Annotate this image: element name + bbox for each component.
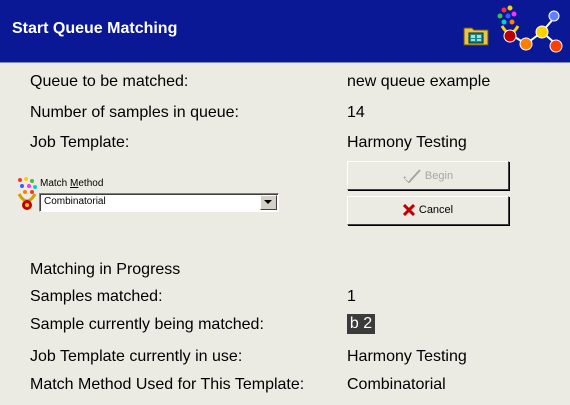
- template-in-use-label: Job Template currently in use:: [30, 348, 243, 365]
- queue-label: Queue to be matched:: [30, 73, 189, 90]
- samples-matched-label: Samples matched:: [30, 288, 163, 305]
- current-sample-label: Sample currently being matched:: [30, 316, 264, 333]
- samples-value: 14: [347, 104, 365, 121]
- current-sample-value: b 2: [347, 314, 375, 334]
- queue-value: new queue example: [347, 73, 491, 90]
- template-value: Harmony Testing: [347, 134, 467, 151]
- chevron-down-icon: [264, 200, 272, 204]
- method-used-value: Combinatorial: [347, 376, 446, 393]
- template-label: Job Template:: [30, 134, 130, 151]
- begin-label: Begin: [424, 170, 454, 182]
- match-method-select[interactable]: Combinatorial: [39, 193, 279, 212]
- cancel-label: Cancel: [418, 204, 454, 217]
- checkmark-icon: [403, 169, 421, 183]
- method-used-label: Match Method Used for This Template:: [30, 376, 305, 393]
- window-title: Start Queue Matching: [12, 20, 178, 37]
- cancel-button[interactable]: Cancel: [347, 196, 509, 225]
- samples-label: Number of samples in queue:: [30, 104, 239, 121]
- template-in-use-value: Harmony Testing: [347, 348, 467, 365]
- folder-icon: [463, 27, 489, 46]
- title-bar: Start Queue Matching: [0, 0, 570, 63]
- match-method-label: Match Method: [40, 178, 104, 189]
- progress-heading: Matching in Progress: [30, 261, 181, 278]
- x-icon: [402, 204, 415, 217]
- match-method-selected: Combinatorial: [44, 196, 106, 207]
- match-method-icon: [17, 177, 37, 210]
- match-method-dropdown-button[interactable]: [260, 195, 277, 210]
- samples-matched-value: 1: [347, 288, 356, 305]
- molecule-icon: [497, 5, 563, 53]
- begin-button[interactable]: Begin: [347, 161, 509, 190]
